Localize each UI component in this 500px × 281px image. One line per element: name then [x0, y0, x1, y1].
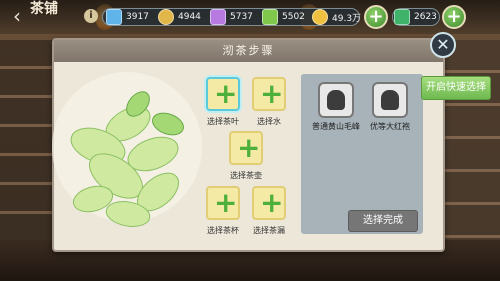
resource-green-leaf: 5502: [262, 7, 305, 27]
slot-label: 选择茶杯: [207, 226, 239, 235]
resource-purple-crystal: 5737: [210, 7, 253, 27]
resource-coin: 49.3万: [312, 7, 361, 27]
resource-gold-coin: 4944: [158, 7, 201, 27]
tea-name: 普通黄山毛峰: [312, 122, 360, 131]
plus-icon: +: [214, 77, 238, 110]
slot-label: 选择水: [257, 117, 281, 126]
slot-tea-leaf[interactable]: +: [206, 77, 240, 111]
tea-name: 优等大红袍: [370, 122, 410, 131]
slot-strainer[interactable]: +: [252, 186, 286, 220]
green-leaf-icon: [262, 9, 278, 25]
slot-teapot[interactable]: +: [229, 131, 263, 165]
slot-label: 选择茶叶: [207, 117, 239, 126]
resource-blue-gem: 3917: [106, 7, 149, 27]
resource-value: 3917: [126, 12, 149, 22]
tea-bag-icon: [327, 90, 345, 110]
select-done-button[interactable]: 选择完成: [348, 210, 418, 232]
info-icon[interactable]: i: [84, 9, 98, 23]
shop-title: 茶铺: [30, 1, 58, 17]
blue-gem-icon: [106, 9, 122, 25]
tea-bag-icon: [381, 90, 399, 110]
plus-icon: +: [237, 131, 261, 164]
gold-coin-icon: [158, 9, 174, 25]
back-arrow-icon[interactable]: ‹: [6, 5, 28, 27]
plus-icon: +: [260, 77, 284, 110]
tea-item-dahongpao[interactable]: [372, 82, 408, 118]
panel-title: 沏茶步骤: [54, 40, 443, 62]
plus-icon: +: [214, 186, 238, 219]
tea-item-maofeng[interactable]: [318, 82, 354, 118]
shelf-left: [0, 40, 58, 240]
resource-jade: 2623: [394, 7, 437, 27]
resource-value: 5502: [282, 12, 305, 22]
resource-value: 4944: [178, 12, 201, 22]
add-coin-button[interactable]: +: [364, 5, 388, 29]
tea-leaf-illustration: [70, 91, 184, 227]
top-bar: ‹ 茶铺 i 3917 4944 5737 5502 49.3万 + 2623 …: [0, 0, 500, 34]
resource-value: 5737: [230, 12, 253, 22]
slot-water[interactable]: +: [252, 77, 286, 111]
quick-select-button[interactable]: 开启快速选择: [421, 76, 491, 100]
slot-label: 选择茶壶: [230, 171, 262, 180]
coin-icon: [312, 9, 328, 25]
slot-teacup[interactable]: +: [206, 186, 240, 220]
plus-icon: +: [260, 186, 284, 219]
jade-icon: [394, 9, 410, 25]
resource-value: 2623: [414, 12, 437, 22]
close-button[interactable]: ✕: [430, 32, 456, 58]
slot-label: 选择茶漏: [253, 226, 285, 235]
shelf-right: [444, 40, 500, 240]
purple-crystal-icon: [210, 9, 226, 25]
add-jade-button[interactable]: +: [442, 5, 466, 29]
resource-value: 49.3万: [332, 13, 362, 24]
